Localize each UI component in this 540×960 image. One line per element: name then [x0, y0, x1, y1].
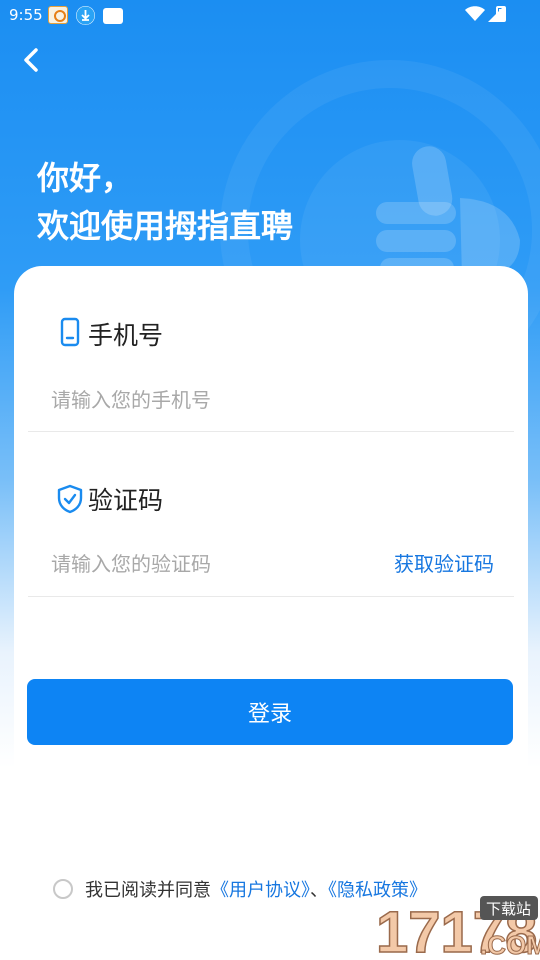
watermark-tag: 下载站 — [486, 900, 531, 918]
get-code-button[interactable]: 获取验证码 — [394, 548, 494, 577]
back-button[interactable] — [16, 44, 48, 76]
status-bar: 9:55 — [0, 0, 540, 30]
site-watermark-logo: 17178 下载站 .COM — [375, 896, 540, 960]
login-card — [14, 266, 528, 960]
back-icon — [24, 48, 38, 72]
code-divider — [28, 596, 514, 597]
agreement-text: 我已阅读并同意 — [85, 880, 211, 901]
code-input[interactable]: 请输入您的验证码 — [51, 548, 211, 577]
notification-app-icon — [48, 6, 68, 24]
phone-input[interactable]: 请输入您的手机号 — [51, 384, 211, 413]
login-button[interactable]: 登录 — [27, 679, 513, 745]
phone-field-title: 手机号 — [88, 321, 164, 350]
thumbs-up-icon — [376, 146, 520, 278]
greeting: 你好， 欢迎使用拇指直聘 — [37, 154, 293, 250]
greeting-line-2: 欢迎使用拇指直聘 — [37, 207, 294, 245]
shield-check-icon — [55, 484, 85, 514]
notification-thumbnail-icon — [103, 8, 123, 24]
download-notification-icon — [76, 6, 95, 25]
phone-divider — [28, 431, 514, 432]
phone-icon — [55, 317, 85, 347]
battery-icon — [496, 6, 506, 22]
user-agreement-link[interactable]: 《用户协议》 — [211, 880, 310, 901]
agreement-checkbox[interactable] — [53, 879, 73, 899]
code-field-title: 验证码 — [88, 486, 164, 515]
watermark-domain: .COM — [480, 930, 540, 960]
greeting-line-1: 你好， — [37, 159, 134, 197]
wifi-icon — [465, 6, 485, 21]
status-time: 9:55 — [9, 6, 43, 24]
